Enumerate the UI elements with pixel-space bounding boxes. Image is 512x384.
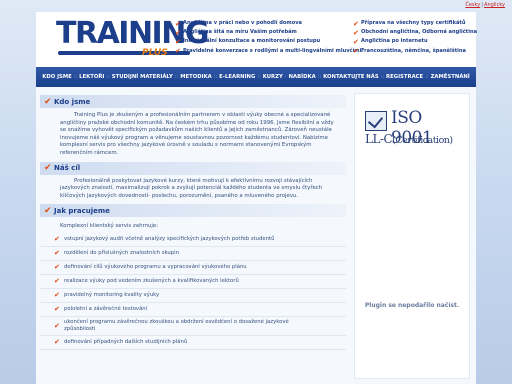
section-title-nas-cil: ✔ Náš cíl <box>40 161 346 175</box>
check-icon: ✔ <box>353 28 359 37</box>
check-icon: ✔ <box>54 305 60 314</box>
lang-en-link[interactable]: Anglicky <box>484 2 505 8</box>
features-left: ✔ Angličtina v práci nebo v pohodlí domov… <box>175 19 361 56</box>
list-item: ✔ pololetní a závěrečné testování <box>40 303 346 318</box>
content-area: ✔ Kdo jsme Training Plus je zkušeným a p… <box>36 87 476 384</box>
iso-subtitle: LL-C(Certification) <box>365 132 453 146</box>
section-title-jak-pracujeme: ✔ Jak pracujeme <box>40 204 346 218</box>
sidebar: ISO 9001 LL-C(Certification) Plugin se n… <box>354 93 470 379</box>
nav-registrace[interactable]: REGISTRACE <box>386 74 423 80</box>
feature-item: ✔ Pravidelné konverzace s rodilými a mult… <box>175 47 362 56</box>
list-item: ✔ rozdělení do příslušných znalostních sk… <box>40 247 346 262</box>
language-switcher: Česky|Anglicky <box>465 2 505 8</box>
check-icon: ✔ <box>54 277 60 286</box>
features-right: ✔ Příprava na všechny typy certifikátů ✔ O… <box>353 19 477 56</box>
nav-lektori[interactable]: LEKTOŘI <box>79 74 104 80</box>
check-icon: ✔ <box>353 47 359 56</box>
check-icon: ✔ <box>54 263 60 272</box>
nav-kdo-jsme[interactable]: KDO JSME <box>42 74 72 80</box>
check-icon: ✔ <box>44 163 52 174</box>
services-list: ✔ vstupní jazykový audit včetně analýzy s… <box>40 233 346 351</box>
check-icon: ✔ <box>54 338 60 347</box>
feature-item: ✔ Příprava na všechny typy certifikátů <box>353 19 466 28</box>
list-item: ✔ definování cílů výukového programu a vy… <box>40 261 346 276</box>
section-text-kdo-jsme: Training Plus je zkušeným a profesionáln… <box>60 112 334 156</box>
feature-item: ✔ Angličtina v práci nebo v pohodlí domov… <box>175 19 302 28</box>
check-icon: ✔ <box>44 205 52 216</box>
nav-zamestnani[interactable]: ZAMĚSTNÁNÍ <box>431 74 470 80</box>
nav-kontakt[interactable]: KONTAKTUJTE NÁS <box>323 74 379 80</box>
check-icon: ✔ <box>353 19 359 28</box>
main-column: ✔ Kdo jsme Training Plus je zkušeným a p… <box>40 95 346 351</box>
logo-plus-text: PLUS <box>142 48 168 58</box>
check-icon: ✔ <box>175 38 181 46</box>
nav-nabidka[interactable]: NABÍDKA <box>289 74 316 80</box>
nav-studijni-materialy[interactable]: STUDIJNÍ MATERIÁLY <box>112 74 173 80</box>
feature-item: ✔ Angličtina šitá na míru Vašim potřebám <box>175 28 297 37</box>
page-wrapper: TRAINING PLUS ✔ Angličtina v práci nebo v… <box>36 12 477 384</box>
header: TRAINING PLUS ✔ Angličtina v práci nebo v… <box>36 12 477 67</box>
check-icon: ✔ <box>54 291 60 300</box>
nav-e-learning[interactable]: E-LEARNING <box>219 74 255 80</box>
list-item: ✔ definování případných dalších studijníc… <box>40 336 346 351</box>
check-icon: ✔ <box>54 249 60 258</box>
check-icon: ✔ <box>44 96 52 107</box>
check-icon: ✔ <box>175 47 181 56</box>
section-text-nas-cil: Profesionálně poskytovat jazykové kurzy,… <box>60 177 323 199</box>
list-item: ✔ vstupní jazykový audit včetně analýzy s… <box>40 233 346 248</box>
feature-item: ✔ Angličtina po internetu <box>353 38 428 46</box>
check-icon: ✔ <box>353 38 359 46</box>
iso-certification-badge: ISO 9001 LL-C(Certification) <box>365 108 465 151</box>
check-icon: ✔ <box>54 321 60 330</box>
plugin-error-message: Plugin se nepodařilo načíst. <box>364 302 460 309</box>
list-item: ✔ realizace výuky pod vedením zkušených a… <box>40 275 346 290</box>
logo-swoosh <box>58 51 190 55</box>
section-intro-jak-pracujeme: Komplexní klientský servis zahrnuje: <box>60 223 159 230</box>
main-nav: KDO JSME:: LEKTOŘI:: STUDIJNÍ MATERIÁLY:… <box>36 67 476 87</box>
list-item: ✔ pravidelný monitoring kvality výuky <box>40 289 346 304</box>
nav-kurzy[interactable]: KURZY <box>263 74 283 80</box>
feature-item: ✔ Francouzština, němčina, španělština <box>353 47 466 56</box>
check-icon: ✔ <box>175 28 181 37</box>
list-item: ✔ ukončení programu závěrečnou zkouškou a… <box>40 317 346 337</box>
section-title-kdo-jsme: ✔ Kdo jsme <box>40 95 346 108</box>
lang-cz-link[interactable]: Česky <box>465 2 480 8</box>
feature-item: ✔ Individuální konzultace a monitorování … <box>175 38 321 46</box>
check-icon: ✔ <box>175 19 181 28</box>
nav-metodika[interactable]: METODIKA <box>180 74 212 80</box>
check-icon: ✔ <box>54 235 60 244</box>
feature-item: ✔ Obchodní angličtina, Odborná angličtina <box>353 28 478 37</box>
checkbox-icon <box>365 111 387 131</box>
